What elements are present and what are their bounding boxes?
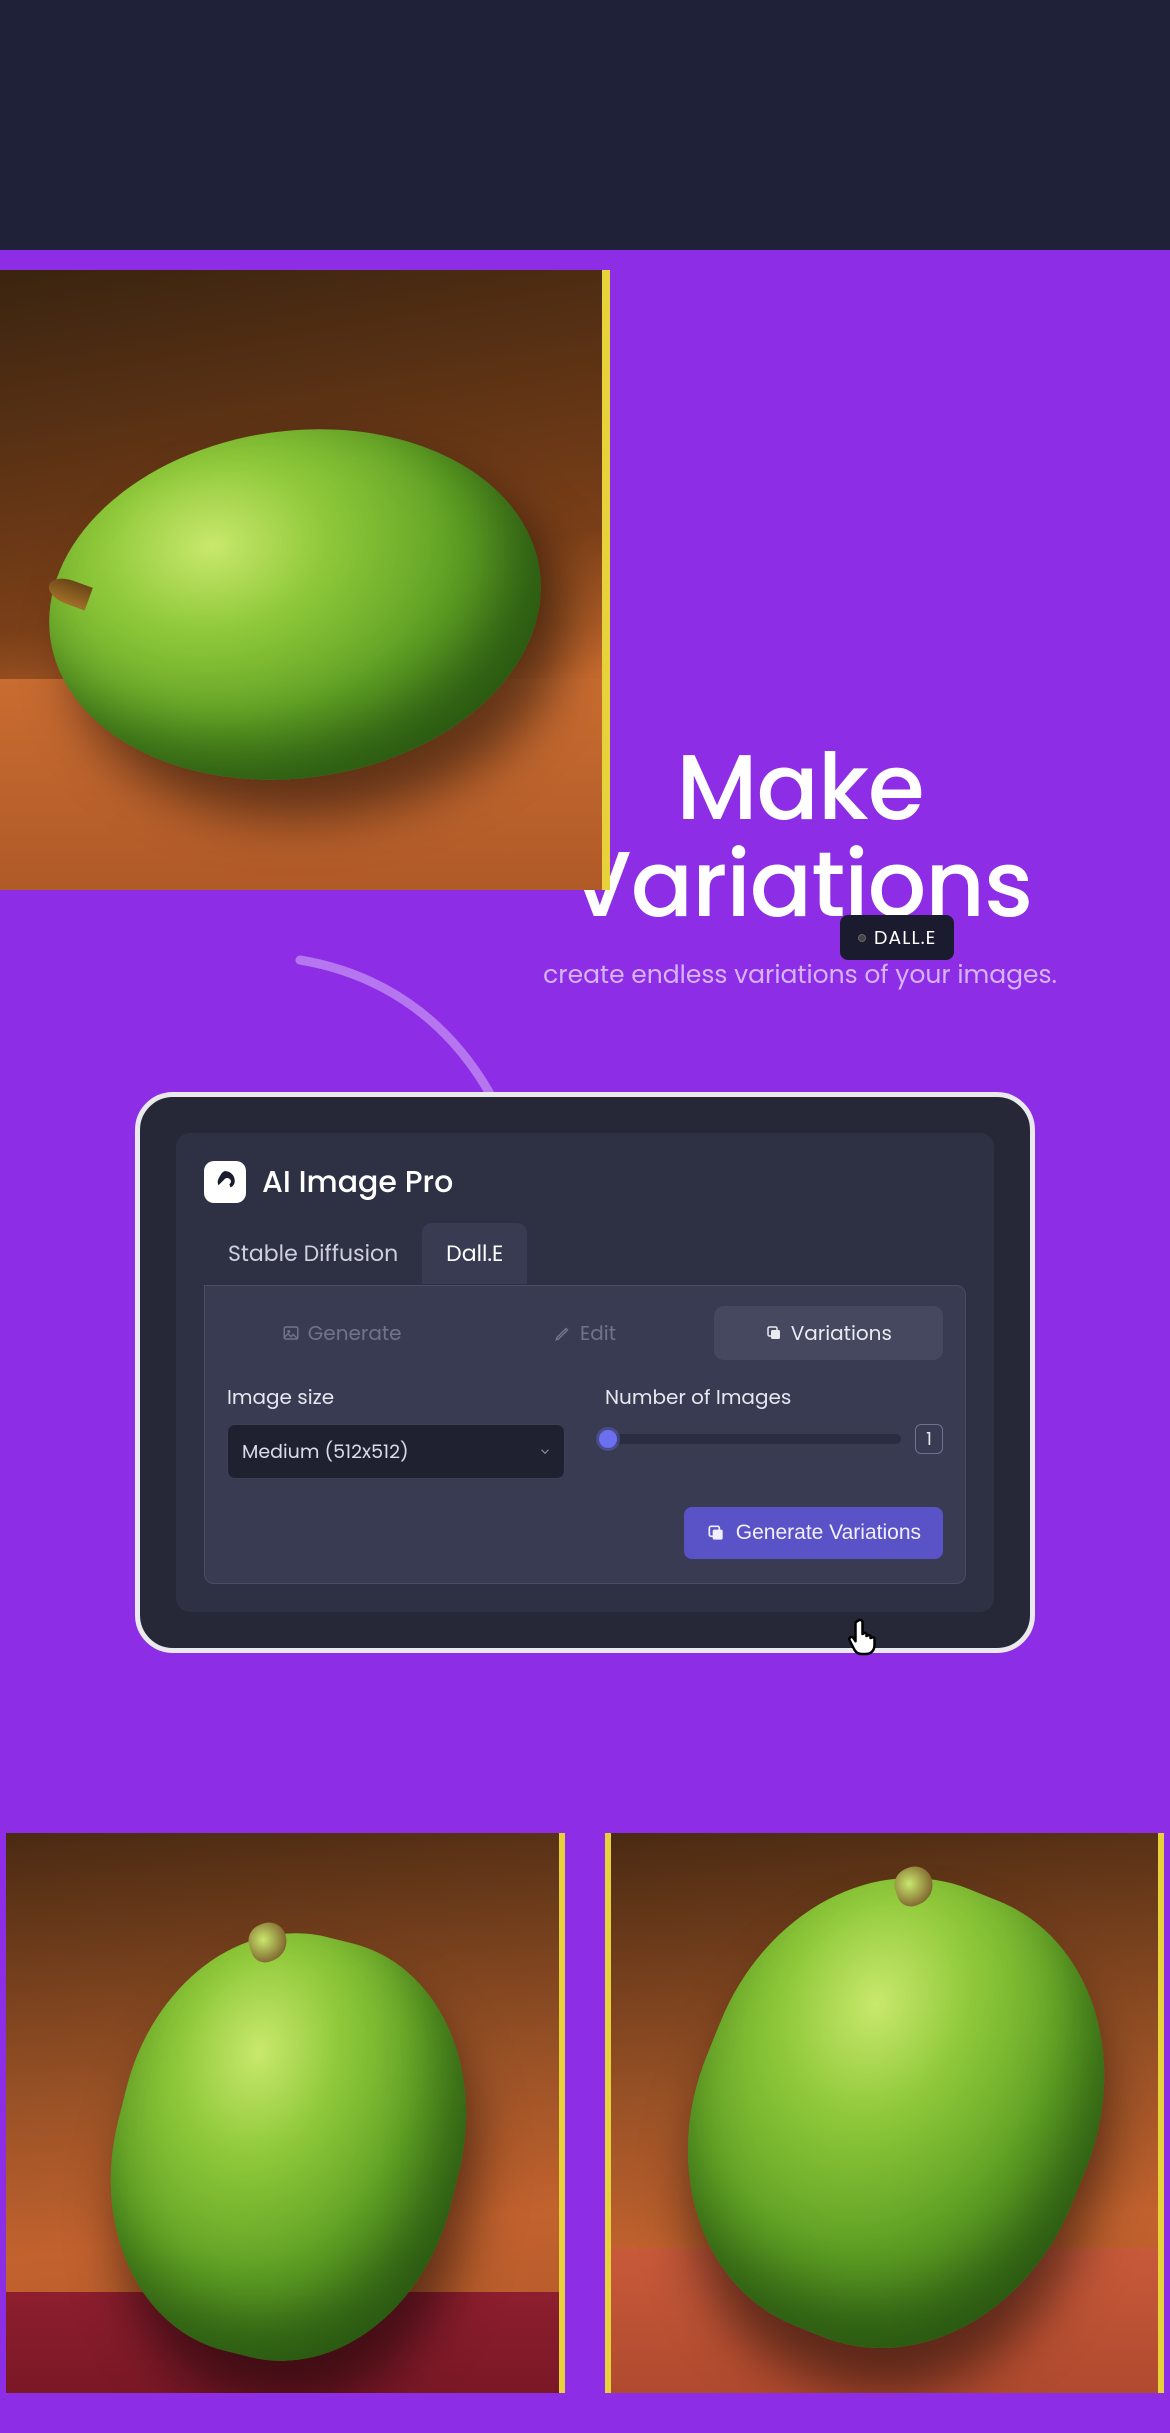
tab-stable-diffusion[interactable]: Stable Diffusion bbox=[204, 1223, 422, 1284]
source-image bbox=[0, 270, 610, 890]
mode-tabs: Generate Edit Variations bbox=[227, 1306, 943, 1360]
image-icon bbox=[282, 1324, 300, 1342]
engine-badge-label: DALL.E bbox=[874, 923, 936, 952]
num-images-value: 1 bbox=[915, 1424, 943, 1454]
painting-melon-original bbox=[0, 270, 602, 890]
chevron-down-icon bbox=[538, 1437, 552, 1466]
model-tabs: Stable Diffusion Dall.E bbox=[204, 1223, 966, 1285]
subtab-edit[interactable]: Edit bbox=[470, 1306, 699, 1360]
results-row bbox=[0, 1653, 1170, 2393]
field-num-images: Number of Images 1 bbox=[605, 1382, 943, 1479]
image-size-select[interactable]: Medium (512x512) bbox=[227, 1424, 565, 1479]
variation-image-1 bbox=[6, 1833, 565, 2393]
brand-logo-icon bbox=[204, 1161, 246, 1203]
top-dark-strip bbox=[0, 0, 1170, 250]
num-images-slider[interactable] bbox=[605, 1434, 901, 1444]
pencil-icon bbox=[554, 1324, 572, 1342]
image-size-label: Image size bbox=[227, 1382, 565, 1412]
engine-badge: DALL.E bbox=[840, 915, 954, 960]
field-image-size: Image size Medium (512x512) bbox=[227, 1382, 565, 1479]
tab-dalle[interactable]: Dall.E bbox=[422, 1223, 527, 1284]
app-brand-label: AI Image Pro bbox=[262, 1159, 453, 1205]
num-images-label: Number of Images bbox=[605, 1382, 943, 1412]
copy-icon bbox=[765, 1324, 783, 1342]
device-frame: AI Image Pro Stable Diffusion Dall.E Gen… bbox=[135, 1092, 1035, 1653]
copy-icon bbox=[706, 1523, 726, 1543]
subtab-generate[interactable]: Generate bbox=[227, 1306, 456, 1360]
slider-thumb[interactable] bbox=[599, 1430, 617, 1448]
app-panel: AI Image Pro Stable Diffusion Dall.E Gen… bbox=[176, 1133, 994, 1612]
variation-image-2 bbox=[605, 1833, 1164, 2393]
subpanel: Generate Edit Variations Image size bbox=[204, 1285, 966, 1584]
app-brand: AI Image Pro bbox=[204, 1159, 966, 1205]
purple-section: DALL.E Make Variations create endless va… bbox=[0, 250, 1170, 2433]
badge-dot-icon bbox=[858, 934, 866, 942]
cursor-hand-icon bbox=[842, 1612, 890, 1660]
generate-variations-button[interactable]: Generate Variations bbox=[684, 1507, 943, 1559]
subtab-variations[interactable]: Variations bbox=[714, 1306, 943, 1360]
